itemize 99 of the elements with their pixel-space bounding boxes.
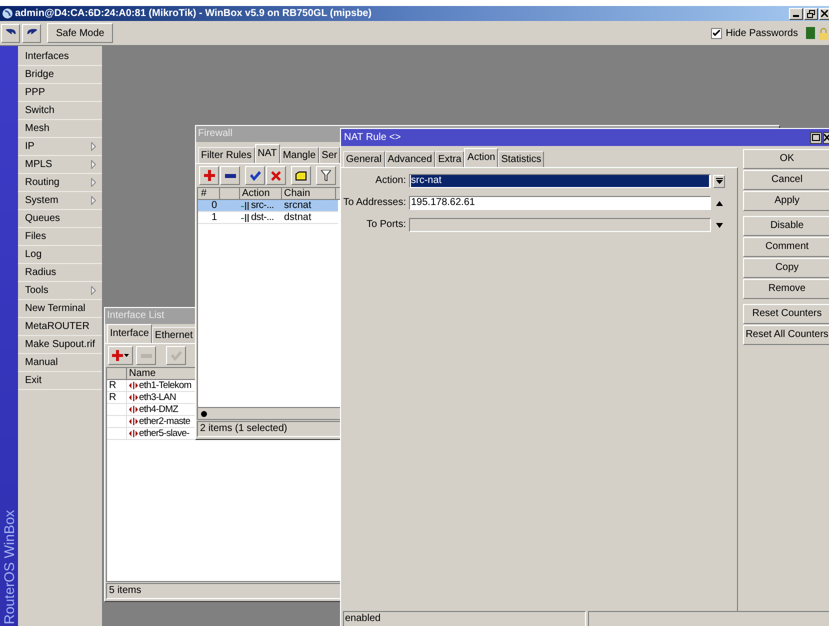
table-cell-text: srcnat bbox=[283, 200, 312, 211]
remove-button[interactable] bbox=[220, 166, 240, 185]
filter-button[interactable] bbox=[316, 166, 336, 185]
action-icon bbox=[241, 212, 251, 222]
table-cell: src-... bbox=[240, 200, 282, 211]
dialog-button[interactable]: Disable bbox=[743, 216, 829, 236]
window-title: Interface List bbox=[107, 311, 164, 321]
tab[interactable]: Action bbox=[464, 148, 498, 167]
undo-button[interactable] bbox=[1, 24, 20, 42]
app-icon bbox=[2, 8, 13, 19]
table-cell: eth4-DMZ bbox=[127, 404, 178, 415]
dropdown-button[interactable] bbox=[713, 174, 725, 188]
lock-icon bbox=[819, 26, 828, 40]
expand-toggle[interactable] bbox=[715, 198, 724, 208]
table-cell: dst-... bbox=[240, 212, 282, 223]
table-row[interactable]: 1 dst-... dstnat bbox=[198, 212, 338, 224]
minimize-button[interactable] bbox=[789, 8, 803, 20]
hide-passwords-checkbox[interactable] bbox=[710, 28, 722, 38]
status-text: enabled bbox=[345, 614, 381, 624]
tab[interactable]: Extra bbox=[435, 151, 464, 167]
tab[interactable]: Advanced bbox=[384, 151, 436, 167]
check-icon bbox=[170, 350, 182, 360]
dialog-button[interactable]: Apply bbox=[743, 191, 829, 211]
check-icon bbox=[712, 30, 720, 36]
down-arrow-icon bbox=[716, 222, 723, 228]
table-cell: eth3-LAN bbox=[127, 392, 176, 403]
check-icon bbox=[250, 170, 260, 180]
tab[interactable]: Interface bbox=[107, 324, 152, 343]
minimize-icon bbox=[793, 14, 799, 16]
interface-icon bbox=[129, 381, 138, 390]
dialog-button[interactable]: Reset All Counters bbox=[743, 325, 829, 345]
dialog-button[interactable]: Copy bbox=[743, 258, 829, 278]
checkbox-label: Hide Passwords bbox=[726, 26, 798, 40]
field-label: To Ports: bbox=[366, 220, 406, 230]
input-field[interactable]: 195.178.62.61 bbox=[409, 196, 711, 210]
column-header[interactable] bbox=[107, 368, 127, 380]
table-cell-text: dstnat bbox=[283, 212, 312, 223]
close-button[interactable] bbox=[823, 132, 829, 144]
field-label: Action: bbox=[375, 176, 406, 186]
flag-label: R bbox=[109, 392, 116, 402]
status-text: 2 items (1 selected) bbox=[200, 424, 288, 434]
disable-button[interactable] bbox=[266, 166, 286, 185]
table-row[interactable]: 0 src-... srcnat bbox=[198, 200, 338, 212]
close-icon bbox=[824, 134, 829, 141]
close-icon bbox=[821, 10, 828, 17]
table-cell: ether5-slave- bbox=[127, 428, 190, 439]
undo-icon bbox=[6, 29, 16, 37]
dialog-button[interactable]: Comment bbox=[743, 237, 829, 257]
interface-icon bbox=[129, 417, 138, 426]
redo-icon bbox=[26, 29, 36, 37]
maximize-button[interactable] bbox=[810, 132, 822, 144]
table-cell: ether2-maste bbox=[127, 416, 190, 427]
add-button[interactable] bbox=[108, 346, 133, 365]
status-text: 5 items bbox=[109, 586, 142, 596]
action-icon bbox=[241, 200, 251, 210]
tab[interactable]: General bbox=[343, 151, 385, 167]
dialog-button[interactable]: Remove bbox=[743, 279, 829, 299]
close-icon bbox=[271, 170, 281, 180]
filter-icon bbox=[321, 170, 331, 181]
scroll-marker-icon bbox=[201, 410, 207, 416]
add-icon bbox=[204, 170, 214, 181]
restore-button[interactable] bbox=[804, 8, 818, 20]
comment-button[interactable] bbox=[291, 166, 311, 185]
interface-icon bbox=[129, 405, 138, 414]
dropdown-icon bbox=[716, 178, 722, 184]
connection-status-icon bbox=[806, 27, 815, 39]
dialog-button[interactable]: Reset Counters bbox=[743, 304, 829, 324]
tab[interactable]: Filter Rules bbox=[198, 147, 255, 163]
field-label: To Addresses: bbox=[343, 198, 406, 208]
dialog-button[interactable]: OK bbox=[743, 149, 829, 169]
enable-button[interactable] bbox=[166, 346, 186, 365]
caret-icon bbox=[124, 354, 129, 357]
add-icon bbox=[112, 350, 123, 361]
flag-label: R bbox=[109, 380, 116, 390]
tab[interactable]: Mangle bbox=[280, 147, 319, 163]
tab[interactable]: Statistics bbox=[498, 151, 544, 167]
remove-icon bbox=[224, 174, 236, 178]
window-title: Firewall bbox=[198, 129, 232, 139]
note-icon bbox=[295, 170, 307, 180]
brand-text: RouterOS WinBox bbox=[2, 510, 16, 624]
window-title: admin@D4:CA:6D:24:A0:81 (MikroTik) - WinBox v5.9 on RB750GL (mipsbe) bbox=[15, 8, 372, 18]
dialog-button[interactable]: Cancel bbox=[743, 170, 829, 190]
redo-button[interactable] bbox=[22, 24, 41, 42]
table-cell-text: 0 bbox=[210, 200, 218, 211]
up-arrow-icon bbox=[716, 200, 723, 206]
tab[interactable]: Ser bbox=[318, 147, 340, 163]
input-field[interactable]: src-nat bbox=[409, 174, 711, 188]
restore-icon bbox=[807, 10, 815, 18]
table-cell-text: 1 bbox=[210, 212, 218, 223]
tab[interactable]: Ethernet bbox=[152, 327, 196, 343]
tab[interactable]: NAT bbox=[254, 144, 280, 163]
safe-mode-button[interactable]: Safe Mode bbox=[47, 23, 114, 43]
interface-icon bbox=[129, 429, 138, 438]
add-button[interactable] bbox=[199, 166, 219, 185]
enable-button[interactable] bbox=[245, 166, 265, 185]
window-title: NAT Rule <> bbox=[344, 132, 401, 142]
table-cell: eth1-Telekom bbox=[127, 380, 192, 391]
interface-icon bbox=[129, 393, 138, 402]
maximize-icon bbox=[812, 134, 820, 141]
